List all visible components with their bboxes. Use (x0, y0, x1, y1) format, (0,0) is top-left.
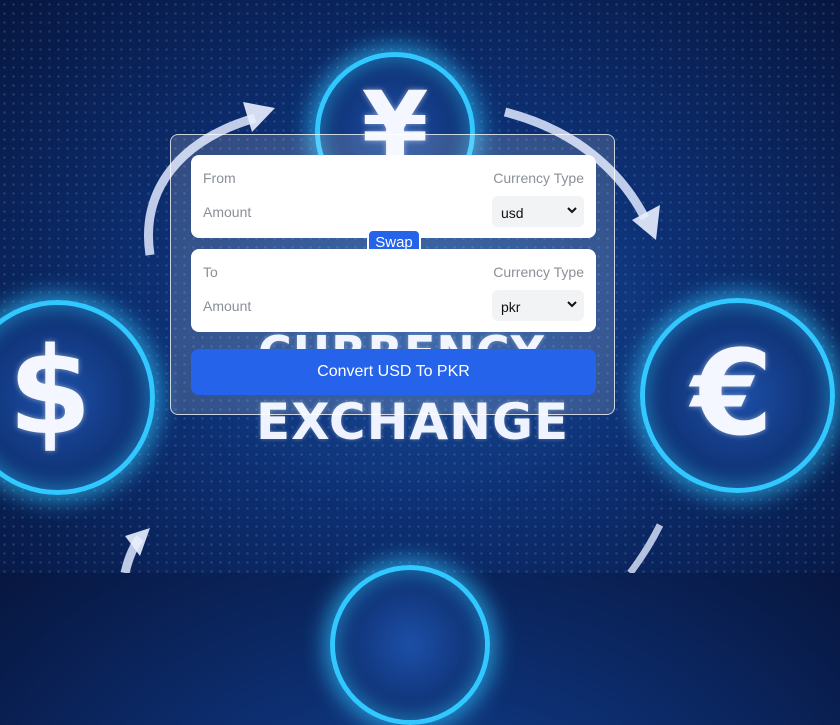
chevron-down-icon (567, 301, 577, 308)
bottom-coin (330, 565, 490, 725)
to-amount-input[interactable]: Amount (203, 298, 251, 314)
euro-icon: € (690, 324, 774, 462)
to-panel: To Currency Type Amount pkr (191, 249, 596, 332)
to-currency-value: pkr (501, 299, 521, 315)
from-currency-select[interactable]: usd (492, 196, 584, 227)
from-amount-input[interactable]: Amount (203, 204, 251, 220)
euro-coin (640, 298, 835, 493)
chevron-down-icon (567, 207, 577, 214)
from-currency-value: usd (501, 205, 524, 221)
dollar-coin (0, 300, 155, 495)
to-currency-select[interactable]: pkr (492, 290, 584, 321)
from-currency-type-label: Currency Type (493, 170, 584, 186)
to-label: To (203, 264, 218, 280)
to-currency-type-label: Currency Type (493, 264, 584, 280)
dollar-icon: $ (8, 323, 92, 462)
from-panel: From Currency Type Amount usd (191, 155, 596, 238)
currency-converter-card: From Currency Type Amount usd Swap To Cu… (170, 134, 615, 415)
convert-button[interactable]: Convert USD To PKR (191, 349, 596, 395)
from-label: From (203, 170, 236, 186)
